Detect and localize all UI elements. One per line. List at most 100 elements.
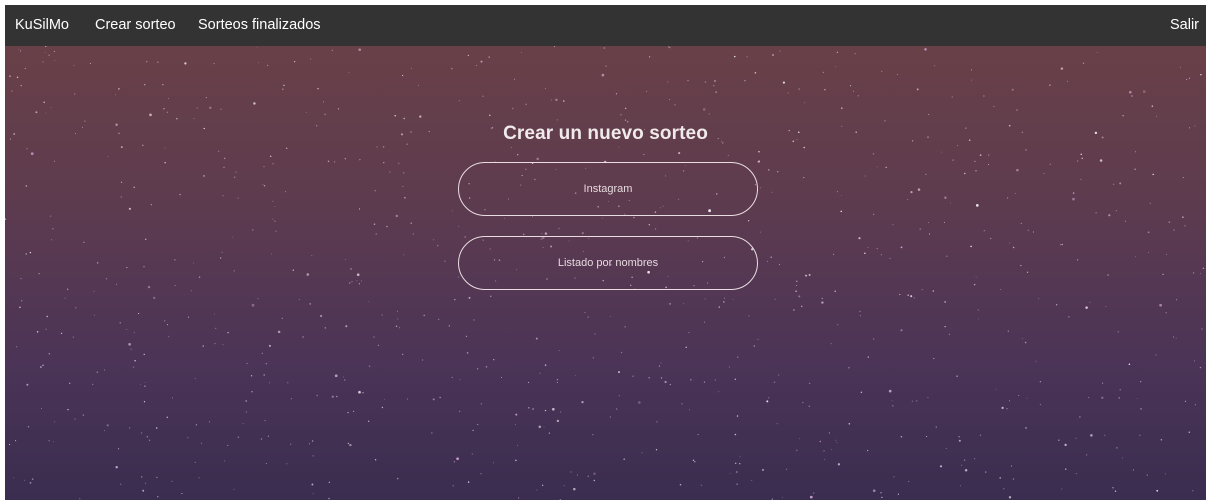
brand-link[interactable]: KuSilMo [15, 5, 69, 46]
star-dot [615, 93, 618, 95]
star-dot [633, 216, 635, 219]
listado-por-nombres-button[interactable]: Listado por nombres [458, 236, 758, 290]
star-dot [836, 51, 839, 53]
star-dot [900, 436, 903, 438]
star-dot [939, 465, 943, 468]
star-dot [872, 338, 875, 340]
star-dot [149, 113, 152, 117]
star-dot [145, 482, 147, 484]
star-dot [277, 330, 281, 334]
star-dot [233, 176, 236, 178]
star-dot [42, 61, 44, 63]
star-dot [166, 111, 169, 113]
star-dot [917, 188, 921, 191]
star-dot [975, 276, 977, 278]
star-dot [624, 326, 626, 328]
top-navbar: KuSilMo Crear sorteo Sorteos finalizados… [5, 5, 1206, 46]
star-dot [54, 59, 56, 61]
star-dot [932, 290, 935, 292]
star-dot [30, 152, 34, 156]
star-dot [1155, 354, 1157, 356]
star-dot [908, 480, 910, 482]
star-dot [823, 450, 825, 452]
star-dot [202, 345, 204, 347]
star-dot [548, 432, 551, 434]
star-dot [265, 362, 268, 365]
star-dot [345, 259, 347, 261]
star-dot [147, 285, 151, 289]
star-dot [655, 228, 657, 230]
star-dot [1104, 434, 1106, 436]
star-dot [347, 442, 350, 445]
star-dot [1107, 274, 1109, 276]
star-dot [864, 175, 866, 177]
star-dot [468, 296, 471, 299]
nav-crear-sorteo-link[interactable]: Crear sorteo [95, 5, 176, 46]
star-dot [264, 420, 266, 422]
star-dot [205, 96, 207, 99]
star-dot [692, 459, 695, 462]
star-dot [156, 476, 158, 479]
star-dot [648, 56, 651, 58]
star-dot [881, 70, 883, 72]
star-dot [480, 60, 483, 63]
star-dot [1085, 454, 1088, 456]
star-dot [106, 424, 109, 427]
star-dot [800, 305, 803, 308]
star-dot [24, 67, 26, 70]
star-dot [410, 67, 412, 69]
star-dot [399, 327, 401, 329]
star-dot [13, 477, 15, 479]
star-dot [164, 147, 166, 149]
logout-link[interactable]: Salir [1170, 5, 1199, 46]
star-dot [1147, 251, 1149, 253]
star-dot [1032, 231, 1035, 233]
star-dot [759, 187, 761, 189]
star-dot [431, 432, 433, 434]
star-dot [821, 301, 824, 304]
star-dot [881, 496, 883, 499]
star-dot [41, 407, 42, 409]
star-dot [196, 107, 198, 109]
star-dot [880, 492, 882, 494]
star-dot [423, 314, 425, 317]
star-dot [193, 262, 195, 264]
star-dot [471, 453, 473, 455]
star-dot [294, 61, 296, 63]
star-dot [718, 391, 720, 393]
star-dot [267, 64, 269, 66]
star-dot [1089, 301, 1091, 303]
star-dot [312, 493, 314, 495]
star-dot [594, 333, 596, 335]
star-dot [281, 317, 283, 319]
star-dot [944, 196, 947, 199]
star-dot [746, 56, 748, 58]
star-dot [221, 251, 223, 253]
star-dot [126, 267, 128, 269]
star-dot [892, 405, 894, 407]
star-dot [873, 213, 875, 215]
star-dot [128, 342, 131, 346]
star-dot [115, 94, 116, 96]
star-dot [5, 218, 7, 220]
star-dot [265, 463, 267, 465]
star-dot [1193, 360, 1195, 362]
star-dot [138, 312, 140, 315]
star-dot [317, 87, 319, 90]
starry-background: Crear un nuevo sorteo Instagram Listado … [5, 46, 1206, 500]
star-dot [970, 245, 972, 248]
star-dot [454, 298, 456, 301]
nav-sorteos-finalizados-link[interactable]: Sorteos finalizados [198, 5, 321, 46]
star-dot [274, 220, 276, 222]
star-dot [587, 475, 589, 477]
star-dot [618, 146, 620, 148]
star-dot [44, 46, 47, 48]
star-dot [40, 366, 42, 368]
star-dot [374, 190, 376, 192]
star-dot [166, 324, 168, 326]
star-dot [282, 88, 284, 90]
star-dot [1140, 381, 1142, 383]
star-dot [174, 284, 176, 286]
star-dot [734, 433, 737, 436]
instagram-option-button[interactable]: Instagram [458, 162, 758, 216]
